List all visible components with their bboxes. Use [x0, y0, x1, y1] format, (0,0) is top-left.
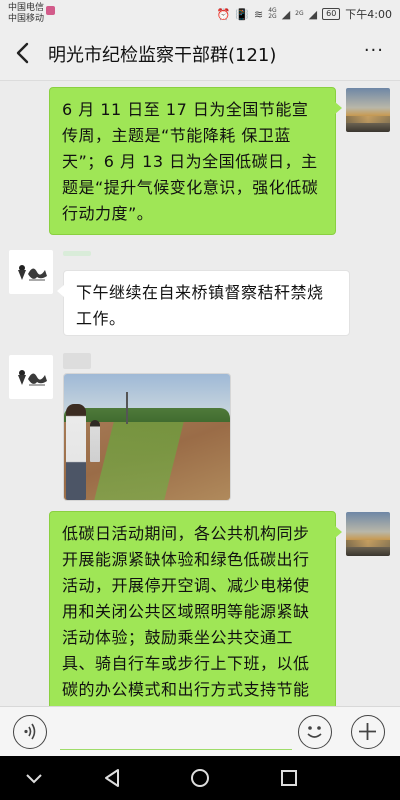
- self-avatar[interactable]: [346, 512, 390, 556]
- message-input[interactable]: [60, 717, 292, 750]
- plus-sign-icon: [359, 723, 376, 740]
- message-bubble-other[interactable]: 下午继续在自来桥镇督察秸秆禁烧工作。: [57, 270, 350, 336]
- sender-name: [63, 251, 91, 256]
- plus-icon[interactable]: [351, 715, 385, 749]
- message-bubble-self[interactable]: 低碳日活动期间，各公共机构同步开展能源紧缺体验和绿色低碳出行活动，开展停开空调、…: [49, 511, 342, 706]
- carrier-info: 中国电信 中国移动: [8, 3, 44, 25]
- status-icons: ⏰ 📳 ≋ 4G 2G ◢ 2G ◢ 60 下午4:00: [217, 6, 392, 22]
- smiley-icon: [307, 726, 322, 738]
- sender-logo-icon: [18, 265, 47, 281]
- sender-avatar[interactable]: [9, 355, 53, 399]
- triangle-back-icon[interactable]: [100, 766, 124, 790]
- message-photo[interactable]: [63, 373, 231, 501]
- signal-2-icon: ◢: [308, 7, 318, 21]
- system-nav-bar: [0, 756, 400, 800]
- network-type-1: 4G 2G: [268, 8, 276, 20]
- sender-logo-icon: [18, 370, 47, 386]
- chevron-left-icon[interactable]: [10, 40, 36, 66]
- voice-wave-icon: [24, 723, 36, 740]
- voice-icon[interactable]: [13, 715, 47, 749]
- battery-icon: 60: [322, 8, 341, 20]
- sender-avatar[interactable]: [9, 250, 53, 294]
- chat-title: 明光市纪检监察干部群(121): [48, 45, 277, 66]
- emoji-icon[interactable]: [298, 715, 332, 749]
- more-dots-icon[interactable]: ···: [364, 40, 384, 61]
- status-bar: 中国电信 中国移动 ⏰ 📳 ≋ 4G 2G ◢ 2G ◢ 60 下午4:00: [0, 0, 400, 28]
- photo-person: [66, 404, 86, 500]
- wifi-icon: ≋: [254, 7, 264, 21]
- clock: 下午4:00: [345, 8, 392, 21]
- message-bubble-self[interactable]: 6 月 11 日至 17 日为全国节能宣传周，主题是“节能降耗 保卫蓝天”；6 …: [49, 87, 342, 235]
- message-list[interactable]: 6 月 11 日至 17 日为全国节能宣传周，主题是“节能降耗 保卫蓝天”；6 …: [0, 81, 400, 706]
- chevron-down-icon[interactable]: [22, 766, 46, 790]
- alarm-icon: ⏰: [216, 7, 231, 21]
- circle-home-icon[interactable]: [188, 766, 212, 790]
- net-bottom: 2G: [268, 13, 277, 20]
- input-bar: [0, 706, 400, 757]
- carrier-1: 中国电信: [8, 3, 45, 13]
- chat-header: 明光市纪检监察干部群(121) ···: [0, 28, 400, 81]
- square-recent-icon[interactable]: [277, 766, 301, 790]
- network-type-2: 2G: [295, 10, 304, 17]
- photo-pole: [126, 392, 128, 424]
- sender-name: [63, 353, 91, 369]
- self-avatar[interactable]: [346, 88, 390, 132]
- carrier-2: 中国移动: [8, 14, 45, 24]
- photo-person: [90, 420, 100, 462]
- notification-badge-icon: [46, 6, 55, 15]
- vibrate-icon: 📳: [235, 7, 250, 21]
- signal-icon: ◢: [281, 7, 291, 21]
